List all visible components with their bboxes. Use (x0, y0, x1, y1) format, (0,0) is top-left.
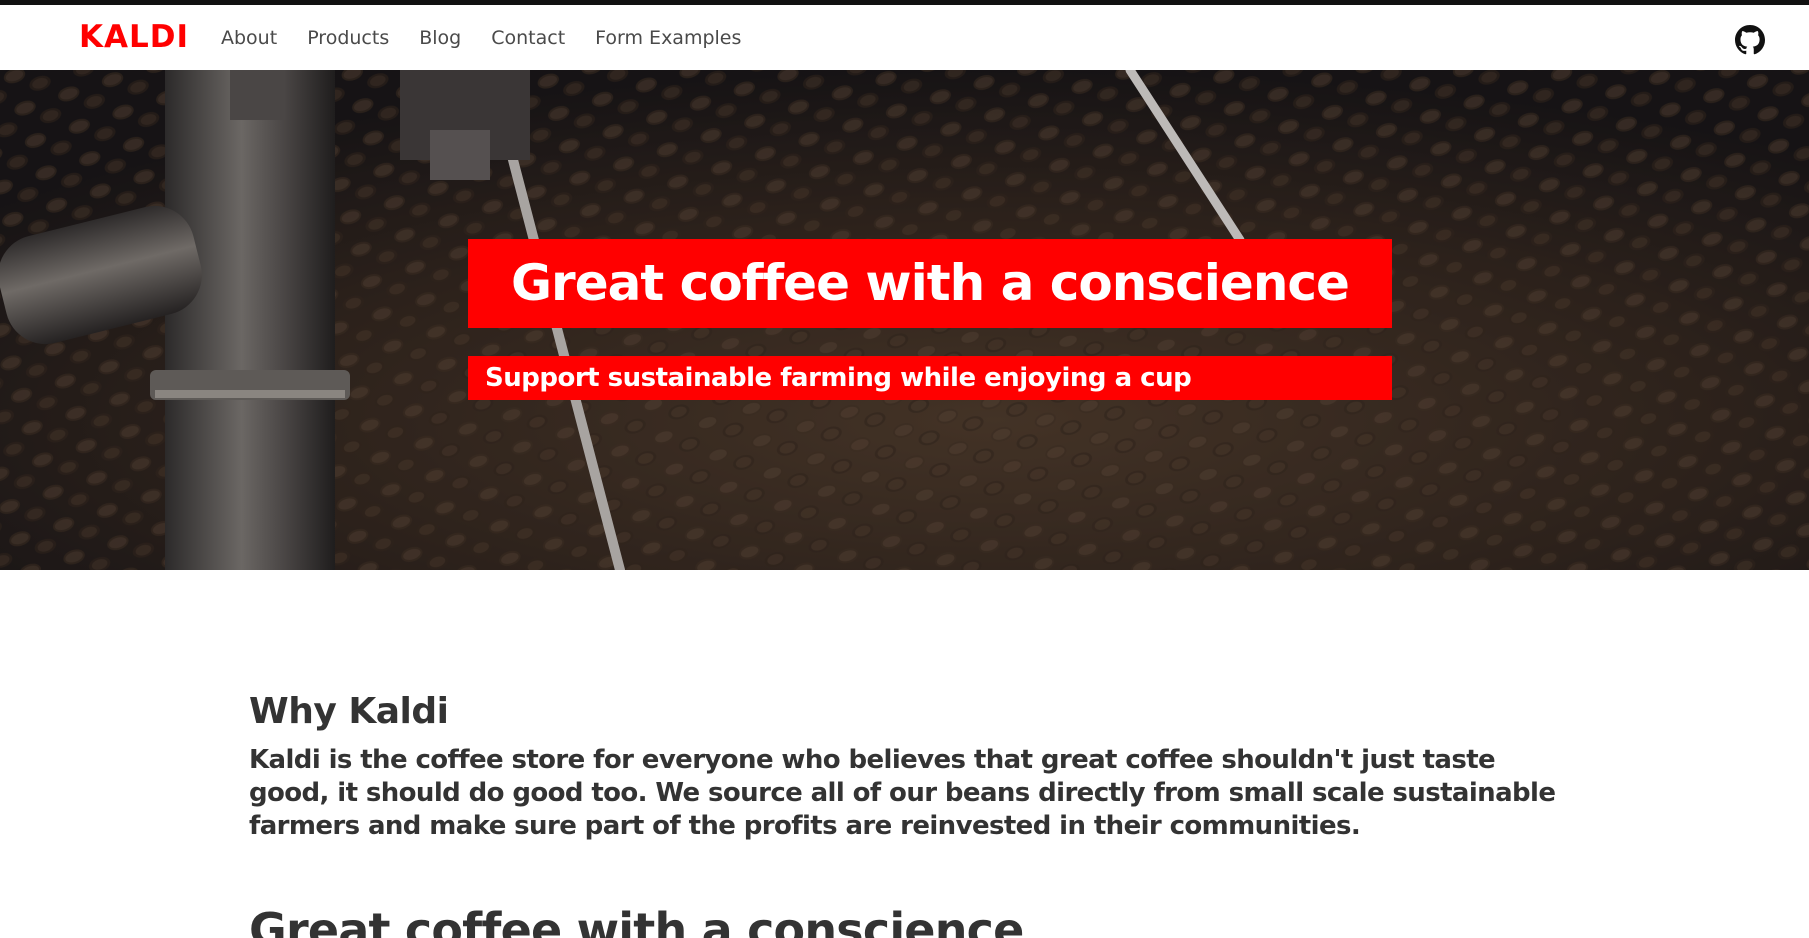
hero-title: Great coffee with a conscience (468, 239, 1392, 328)
main-content: Why Kaldi Kaldi is the coffee store for … (249, 690, 1559, 843)
github-icon[interactable] (1735, 25, 1765, 55)
nav-link-contact[interactable]: Contact (491, 26, 565, 50)
navbar: KALDI About Products Blog Contact Form E… (0, 5, 1809, 70)
nav-link-about[interactable]: About (221, 26, 277, 50)
nav-link-products[interactable]: Products (307, 26, 389, 50)
hero-subtitle: Support sustainable farming while enjoyi… (468, 356, 1392, 400)
nav-links: About Products Blog Contact Form Example… (221, 26, 771, 50)
nav-link-blog[interactable]: Blog (419, 26, 461, 50)
brand-logo[interactable]: KALDI (79, 19, 189, 55)
nav-link-form-examples[interactable]: Form Examples (595, 26, 741, 50)
section-heading: Why Kaldi (249, 691, 449, 732)
hero-banner: Great coffee with a conscience Support s… (0, 70, 1809, 570)
section-description: Kaldi is the coffee store for everyone w… (249, 745, 1556, 841)
second-section-heading: Great coffee with a conscience (249, 903, 1024, 938)
